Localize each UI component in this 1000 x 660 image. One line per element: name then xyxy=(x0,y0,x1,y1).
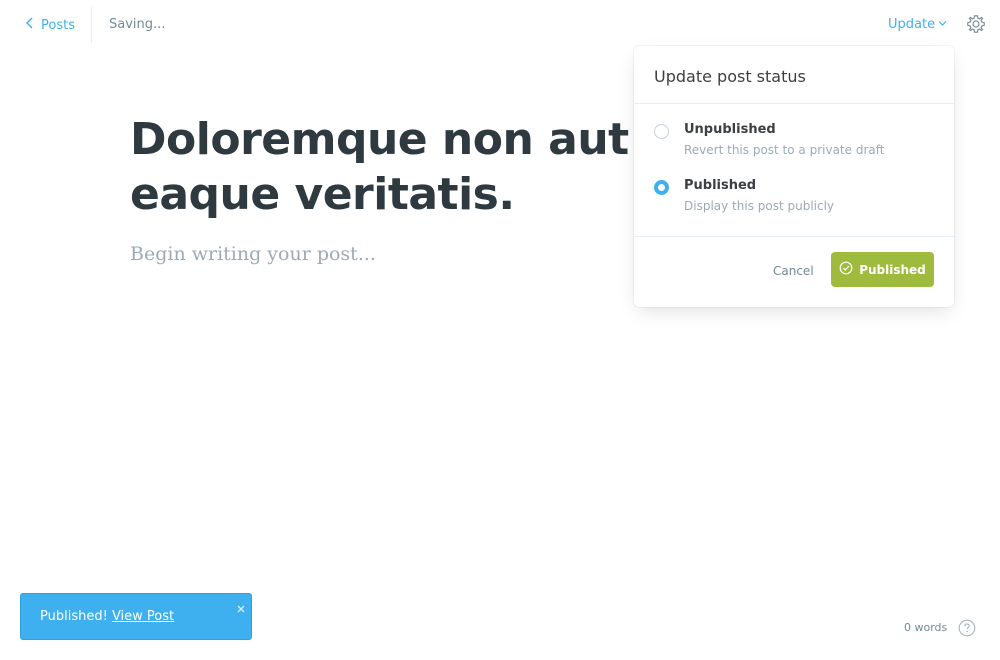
editor-header: Posts Saving... Update xyxy=(0,0,1000,50)
save-status: Saving... xyxy=(109,17,166,32)
chevron-left-icon xyxy=(25,16,35,34)
notification-message: Published! xyxy=(40,609,108,624)
notification-text: Published! View Post xyxy=(40,609,174,624)
back-link-label: Posts xyxy=(41,17,75,33)
editor-app: Posts Saving... Update Doloremque non au… xyxy=(0,0,1000,660)
status-option-description: Revert this post to a private draft xyxy=(684,143,885,157)
update-dropdown-button[interactable]: Update xyxy=(888,17,947,32)
back-to-posts-link[interactable]: Posts xyxy=(25,16,75,34)
publish-confirm-label: Published xyxy=(859,262,926,277)
popover-divider xyxy=(634,236,954,237)
close-icon[interactable] xyxy=(236,599,246,613)
help-circle-icon[interactable] xyxy=(958,619,976,637)
gear-icon[interactable] xyxy=(966,14,986,34)
radio-published[interactable] xyxy=(654,180,669,195)
view-post-link[interactable]: View Post xyxy=(112,609,174,624)
popover-title: Update post status xyxy=(634,46,954,104)
publish-status-popover: Update post status Unpublished Revert th… xyxy=(634,46,954,307)
post-body-editor[interactable]: Begin writing your post... xyxy=(130,243,376,265)
status-option-label: Published xyxy=(684,178,757,193)
publish-notification: Published! View Post xyxy=(20,593,252,640)
check-circle-icon xyxy=(839,261,853,278)
radio-unpublished[interactable] xyxy=(654,124,669,139)
status-option-description: Display this post publicly xyxy=(684,199,835,213)
header-divider xyxy=(91,7,92,43)
chevron-down-icon xyxy=(938,17,947,32)
update-button-label: Update xyxy=(888,17,936,32)
publish-confirm-button[interactable]: Published xyxy=(831,252,934,287)
cancel-button[interactable]: Cancel xyxy=(773,264,814,278)
status-option-label: Unpublished xyxy=(684,122,776,137)
word-count: 0 words xyxy=(904,621,948,634)
